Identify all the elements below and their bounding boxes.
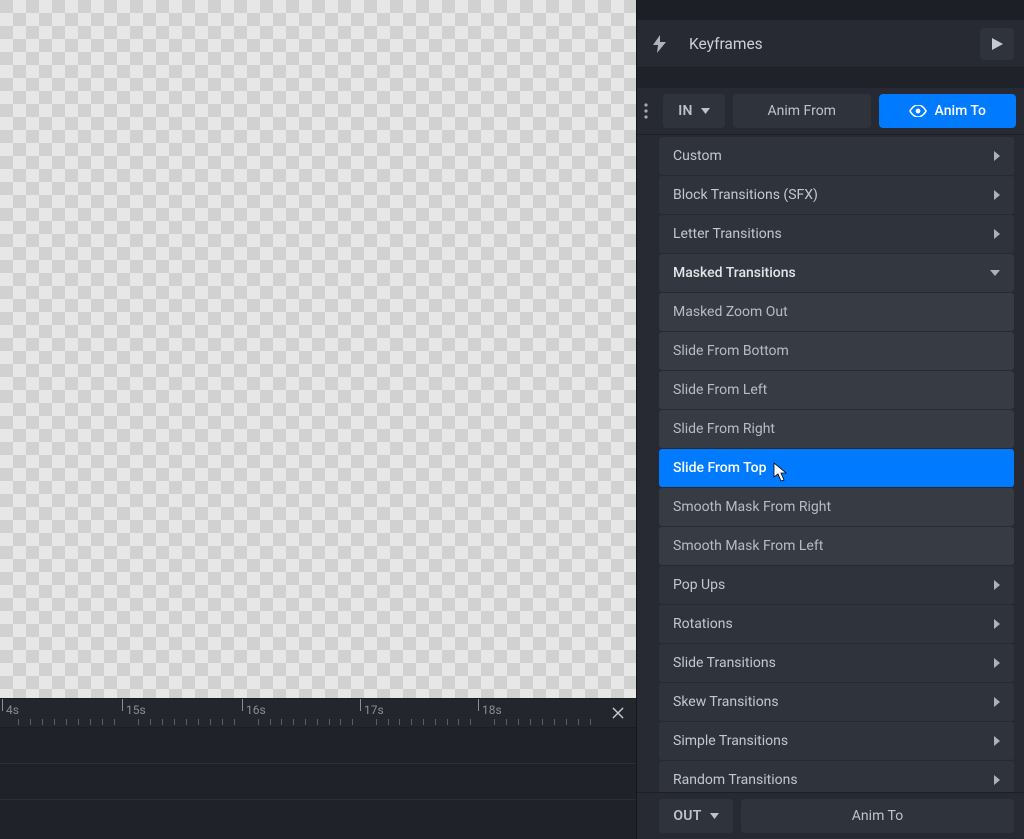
transition-item[interactable]: Masked Zoom Out [659,293,1014,331]
anim-to-label: Anim To [935,103,986,119]
transition-category[interactable]: Block Transitions (SFX) [659,176,1014,214]
in-tab-row: IN Anim From Anim To [637,88,1024,135]
transition-item[interactable]: Slide From Left [659,371,1014,409]
eye-icon [909,105,927,117]
transition-category[interactable]: Rotations [659,605,1014,643]
chevron-down-icon [990,270,1000,276]
chevron-right-icon [994,229,1000,239]
category-label: Simple Transitions [673,733,994,749]
anim-to-tab[interactable]: Anim To [879,94,1017,128]
in-toggle-label: IN [678,103,693,119]
out-toggle-label: OUT [673,808,701,824]
transition-item-label: Smooth Mask From Left [673,538,823,554]
transition-category[interactable]: Letter Transitions [659,215,1014,253]
close-icon [610,705,626,721]
category-label: Masked Transitions [673,265,990,281]
transition-item-label: Slide From Left [673,382,767,398]
ruler-major-label: 18s [482,703,502,717]
transition-category[interactable]: Slide Transitions [659,644,1014,682]
transition-item[interactable]: Smooth Mask From Left [659,527,1014,565]
transition-category[interactable]: Pop Ups [659,566,1014,604]
transition-category[interactable]: Skew Transitions [659,683,1014,721]
anim-from-tab[interactable]: Anim From [733,94,871,128]
transition-category[interactable]: Simple Transitions [659,722,1014,760]
chevron-right-icon [994,580,1000,590]
preview-canvas[interactable] [0,0,636,698]
out-anim-to-tab[interactable]: Anim To [741,799,1014,833]
keyframes-icon [647,32,671,56]
category-label: Block Transitions (SFX) [673,187,994,203]
transition-item-label: Masked Zoom Out [673,304,788,320]
category-label: Slide Transitions [673,655,994,671]
keyframes-panel: Keyframes IN Anim From [636,0,1024,839]
panel-header: Keyframes [637,20,1024,68]
transition-item-label: Slide From Right [673,421,775,437]
panel-title: Keyframes [689,35,962,53]
ruler-major-label: 17s [364,703,384,717]
transition-list: Custom Block Transitions (SFX) Letter Tran… [637,135,1024,792]
editor-left-pane: 4s 15s 16s 17s 18s [0,0,636,839]
chevron-right-icon [994,697,1000,707]
transition-category[interactable]: Random Transitions [659,761,1014,792]
play-icon [992,38,1003,50]
transition-category[interactable]: Masked Transitions [659,254,1014,292]
caret-down-icon [701,108,710,114]
timeline-ruler[interactable]: 4s 15s 16s 17s 18s [0,698,636,728]
ruler-major-label: 15s [126,703,146,717]
transition-item-label: Smooth Mask From Right [673,499,831,515]
caret-down-icon [710,813,719,819]
chevron-right-icon [994,736,1000,746]
out-toggle[interactable]: OUT [659,799,733,833]
transition-item-label: Slide From Bottom [673,343,789,359]
category-label: Letter Transitions [673,226,994,242]
more-vertical-icon [644,103,648,119]
transition-item[interactable]: Smooth Mask From Right [659,488,1014,526]
timeline-close-button[interactable] [600,698,636,728]
timeline-tracks[interactable] [0,728,636,839]
category-label: Pop Ups [673,577,994,593]
category-label: Rotations [673,616,994,632]
category-label: Custom [673,148,994,164]
more-menu-button[interactable] [637,103,655,119]
ruler-major-label: 16s [246,703,266,717]
out-tab-row: OUT Anim To [637,792,1024,839]
chevron-right-icon [994,658,1000,668]
chevron-right-icon [994,619,1000,629]
anim-from-label: Anim From [768,103,836,119]
chevron-right-icon [994,190,1000,200]
transition-category[interactable]: Custom [659,137,1014,175]
chevron-right-icon [994,151,1000,161]
transition-item[interactable]: Slide From Bottom [659,332,1014,370]
transition-item[interactable]: Slide From Top [659,449,1014,487]
mouse-cursor-icon [773,462,789,482]
ruler-major-label: 4s [6,703,19,717]
transition-item-label: Slide From Top [673,460,766,476]
category-label: Skew Transitions [673,694,994,710]
chevron-right-icon [994,775,1000,785]
transition-item[interactable]: Slide From Right [659,410,1014,448]
play-button[interactable] [980,28,1014,60]
in-toggle[interactable]: IN [663,94,725,128]
out-anim-to-label: Anim To [852,808,903,824]
category-label: Random Transitions [673,772,994,788]
